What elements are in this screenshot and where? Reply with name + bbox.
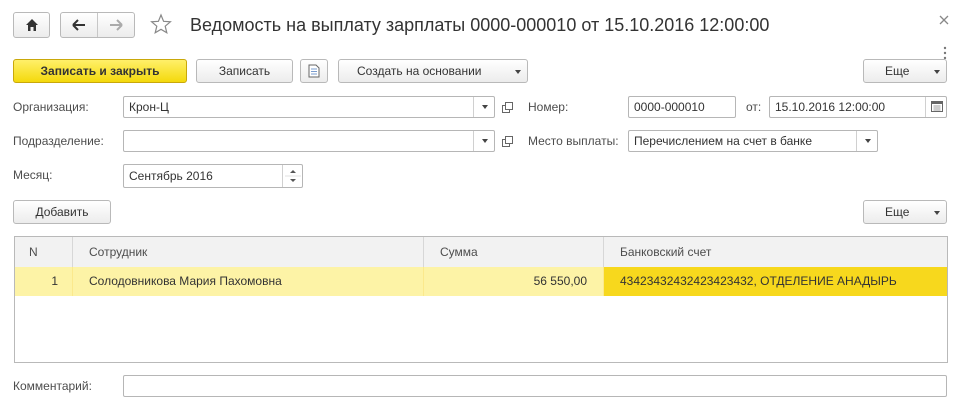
cell-employee: Солодовникова Мария Пахомовна [73,267,424,296]
date-value: 15.10.2016 12:00:00 [775,100,886,114]
department-open-button[interactable] [498,132,516,150]
payment-place-value: Перечислением на счет в банке [634,134,812,148]
home-icon [25,19,38,31]
comment-label: Комментарий: [13,379,92,393]
add-button[interactable]: Добавить [13,200,111,224]
save-button[interactable]: Записать [196,59,293,83]
date-label: от: [746,100,762,114]
open-link-icon [501,136,513,147]
number-value: 0000-000010 [634,100,705,114]
cell-bank-account[interactable]: 43423432432423423432, ОТДЕЛЕНИЕ АНАДЫРЬ [604,267,947,296]
organization-value: Крон-Ц [129,100,169,114]
table-header: N Сотрудник Сумма Банковский счет [14,236,948,268]
create-based-on-label: Создать на основании [357,64,482,78]
month-label: Месяц: [13,168,53,182]
more-dots-icon [943,46,947,60]
organization-label: Организация: [13,100,89,114]
calendar-icon [930,101,943,112]
payment-place-dropdown[interactable] [856,131,877,151]
table-more-button[interactable]: Еще [863,200,947,224]
more-label: Еще [885,64,910,78]
chevron-down-icon [515,70,521,74]
payment-place-select[interactable]: Перечислением на счет в банке [628,130,878,152]
chevron-down-icon [864,138,871,143]
nav-group [60,12,135,38]
organization-field[interactable]: Крон-Ц [123,96,495,118]
document-button[interactable] [300,59,328,83]
create-based-on-button[interactable]: Создать на основании [338,59,528,83]
star-icon [150,13,172,35]
save-and-close-button[interactable]: Записать и закрыть [13,59,187,83]
close-icon [939,15,949,25]
payment-place-label: Место выплаты: [528,134,619,148]
cell-amount: 56 550,00 [424,267,604,296]
more-menu-dots[interactable] [943,46,949,60]
open-link-icon [501,102,513,113]
more-button[interactable]: Еще [863,59,947,83]
column-header-amount[interactable]: Сумма [424,237,604,267]
table-more-label: Еще [885,205,910,219]
date-field[interactable]: 15.10.2016 12:00:00 [769,96,947,118]
table-row[interactable]: 1 Солодовникова Мария Пахомовна 56 550,0… [15,267,947,296]
forward-button[interactable] [98,13,134,37]
window-title: Ведомость на выплату зарплаты 0000-00001… [190,15,770,35]
calendar-button[interactable] [925,97,946,117]
close-button[interactable] [938,14,954,30]
number-field[interactable]: 0000-000010 [628,96,736,118]
column-header-employee[interactable]: Сотрудник [73,237,424,267]
chevron-down-icon [481,104,488,109]
cell-n: 1 [15,267,73,296]
chevron-down-icon [934,211,940,215]
organization-open-button[interactable] [498,98,516,116]
comment-field[interactable] [123,375,947,397]
home-button[interactable] [13,12,50,38]
month-value: Сентябрь 2016 [129,169,213,183]
number-label: Номер: [528,100,569,114]
month-stepper[interactable] [282,165,302,187]
table-body: 1 Солодовникова Мария Пахомовна 56 550,0… [14,267,948,363]
department-dropdown[interactable] [473,131,494,151]
column-header-bank-account[interactable]: Банковский счет [604,237,947,267]
chevron-down-icon [934,70,940,74]
back-button[interactable] [61,13,98,37]
document-icon [308,64,320,78]
department-label: Подразделение: [13,134,104,148]
chevron-down-icon [481,138,488,143]
favorite-star[interactable] [150,13,174,37]
department-field[interactable] [123,130,495,152]
stepper-arrows-icon [285,170,301,182]
back-arrow-icon [72,19,85,31]
forward-arrow-icon [110,19,123,31]
month-field[interactable]: Сентябрь 2016 [123,164,303,188]
organization-dropdown[interactable] [473,97,494,117]
column-header-n[interactable]: N [15,237,73,267]
